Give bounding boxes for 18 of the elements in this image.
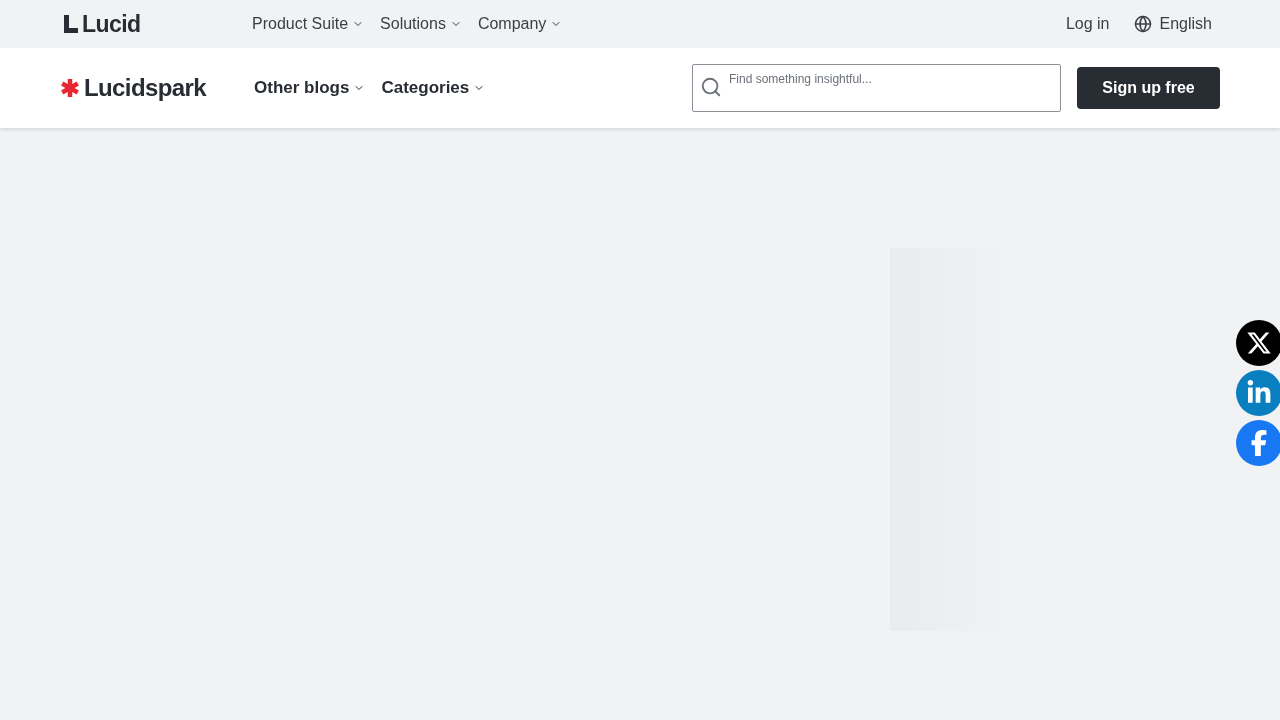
blog-menu-item[interactable]: Other blogs (254, 75, 366, 101)
facebook-share-icon[interactable] (1236, 420, 1280, 466)
linkedin-share-icon[interactable] (1236, 370, 1280, 416)
nav-menu-item[interactable]: Product Suite (252, 12, 365, 36)
search-icon (700, 76, 722, 98)
lucidspark-logo[interactable]: Lucidspark (84, 76, 207, 100)
logo-icon (64, 15, 78, 33)
nav-menu-item[interactable]: Company (477, 12, 563, 36)
search-field[interactable]: Find something insightful... (692, 64, 1061, 112)
language-selector[interactable]: English (1133, 12, 1212, 36)
lucid-logo[interactable]: Lucid (82, 12, 141, 36)
signup-button[interactable]: Sign up free (1077, 67, 1220, 109)
nav-menu-item[interactable]: Solutions (380, 12, 462, 36)
login-link[interactable]: Log in (1065, 12, 1110, 36)
blog-menu-item[interactable]: Categories (381, 75, 486, 101)
x-share-icon[interactable] (1236, 320, 1280, 366)
globe-icon (1133, 15, 1152, 33)
asterisk-logo-icon (60, 78, 80, 98)
